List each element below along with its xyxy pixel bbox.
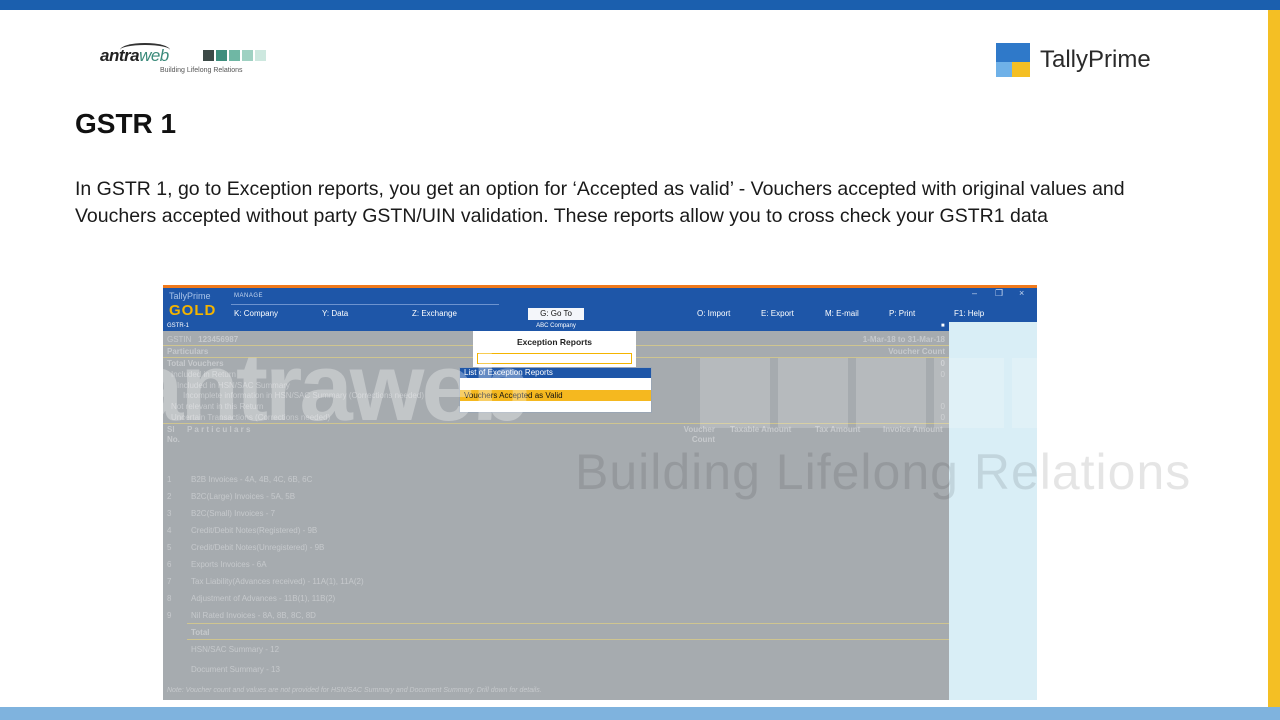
menu-export[interactable]: E: Export	[761, 309, 794, 318]
summary-row-label[interactable]: Not relevant in this Return	[171, 402, 264, 411]
slide-title: GSTR 1	[75, 108, 177, 139]
watermark-square	[856, 358, 926, 428]
menu-go-to[interactable]: G: Go To	[528, 308, 584, 320]
menu-company[interactable]: K: Company	[234, 309, 278, 318]
hsn-summary-row[interactable]: HSN/SAC Summary - 12	[191, 645, 279, 654]
row-sl: 8	[167, 594, 172, 603]
antraweb-logo: antraweb Building Lifelong Relations	[100, 40, 280, 82]
table-row[interactable]: Adjustment of Advances - 11B(1), 11B(2)	[191, 594, 335, 603]
right-accent-bar	[1268, 10, 1280, 707]
col-particulars-header: P a r t i c u l a r s	[187, 425, 251, 434]
col-voucher-count-header: Voucher Count	[683, 425, 715, 444]
menu-email[interactable]: M: E-mail	[825, 309, 859, 318]
logo-squares	[203, 50, 266, 61]
menu-import[interactable]: O: Import	[697, 309, 730, 318]
tally-screenshot: TallyPrime GOLD MANAGE K: Company Y: Dat…	[163, 285, 1037, 700]
tally-header: TallyPrime GOLD MANAGE K: Company Y: Dat…	[163, 285, 1037, 322]
bottom-accent-bar	[0, 707, 1280, 720]
col-sl-header: Sl No.	[167, 425, 180, 444]
list-item-vouchers-accepted-as-valid[interactable]: Vouchers Accepted as Valid	[460, 390, 651, 401]
report-name: GSTR-1	[167, 323, 190, 329]
row-sl: 6	[167, 560, 172, 569]
slide-body-text: In GSTR 1, go to Exception reports, you …	[75, 178, 1125, 227]
gstin-value: 123456987	[198, 335, 239, 344]
document-summary-row[interactable]: Document Summary - 13	[191, 665, 280, 674]
menu-help[interactable]: F1: Help	[954, 309, 984, 318]
table-row[interactable]: Credit/Debit Notes(Unregistered) - 9B	[191, 543, 324, 552]
summary-row-label[interactable]: Incomplete information in HSN/SAC Summar…	[183, 391, 424, 400]
close-icon[interactable]: ×	[1019, 288, 1024, 298]
tally-edition: GOLD	[169, 302, 217, 319]
restore-icon[interactable]: ❐	[995, 288, 1003, 299]
summary-row-label[interactable]: Uncertain Transactions (Corrections need…	[171, 413, 330, 422]
row-sl: 4	[167, 526, 172, 535]
watermark-square	[700, 358, 770, 428]
exception-reports-list: List of Exception Reports Vouchers Accep…	[459, 367, 652, 413]
logo-prefix: antra	[100, 46, 140, 65]
row-sl: 9	[167, 611, 172, 620]
watermark-square	[934, 358, 1004, 428]
particulars-header: Particulars	[167, 347, 209, 356]
exception-report-input[interactable]	[477, 353, 632, 364]
row-sl: 2	[167, 492, 172, 501]
watermark-square	[1012, 358, 1117, 428]
row-sl: 7	[167, 577, 172, 586]
row-sl: 5	[167, 543, 172, 552]
report-title-bar: ABC Company GSTR-1 ■	[163, 322, 949, 331]
table-row[interactable]: Exports Invoices - 6A	[191, 560, 267, 569]
report-close-icon[interactable]: ■	[941, 322, 945, 331]
summary-row-label[interactable]: Included in HSN/SAC Summary	[177, 381, 290, 390]
report-note: Note: Voucher count and values are not p…	[167, 687, 542, 694]
logo-word: antraweb	[100, 46, 169, 66]
summary-row-label[interactable]: Included in Return	[171, 370, 236, 379]
period: 1-Mar-18 to 31-Mar-18	[862, 335, 945, 344]
table-row[interactable]: Tax Liability(Advances received) - 11A(1…	[191, 577, 364, 586]
tallyprime-brand-name: TallyPrime	[1040, 46, 1151, 73]
table-row[interactable]: B2C(Large) Invoices - 5A, 5B	[191, 492, 295, 501]
table-row[interactable]: Credit/Debit Notes(Registered) - 9B	[191, 526, 317, 535]
popup-title: Exception Reports	[516, 337, 593, 347]
company-name: ABC Company	[536, 323, 576, 329]
watermark-square	[778, 358, 848, 428]
tally-manage-label: MANAGE	[234, 293, 264, 299]
menu-print[interactable]: P: Print	[889, 309, 915, 318]
table-row[interactable]: Nil Rated Invoices - 8A, 8B, 8C, 8D	[191, 611, 316, 620]
total-row: Total	[191, 628, 210, 637]
table-row[interactable]: B2B Invoices - 4A, 4B, 4C, 6B, 6C	[191, 475, 312, 484]
logo-suffix: web	[139, 46, 169, 65]
table-row[interactable]: B2C(Small) Invoices - 7	[191, 509, 275, 518]
minimize-icon[interactable]: –	[972, 288, 977, 298]
logo-tagline: Building Lifelong Relations	[160, 67, 243, 74]
menu-data[interactable]: Y: Data	[322, 309, 348, 318]
tallyprime-brand: TallyPrime	[996, 43, 1176, 79]
tallyprime-logo-icon	[996, 43, 1030, 77]
menu-exchange[interactable]: Z: Exchange	[412, 309, 457, 318]
tally-brand: TallyPrime	[169, 291, 211, 301]
row-sl: 1	[167, 475, 172, 484]
top-accent-bar	[0, 0, 1280, 10]
summary-row-label[interactable]: Total Vouchers	[167, 359, 224, 368]
list-header: List of Exception Reports	[460, 368, 651, 378]
voucher-count-header: Voucher Count	[888, 347, 945, 356]
exception-reports-popup: Exception Reports	[473, 331, 636, 367]
gstin-label: GSTIN	[167, 335, 192, 344]
row-sl: 3	[167, 509, 172, 518]
